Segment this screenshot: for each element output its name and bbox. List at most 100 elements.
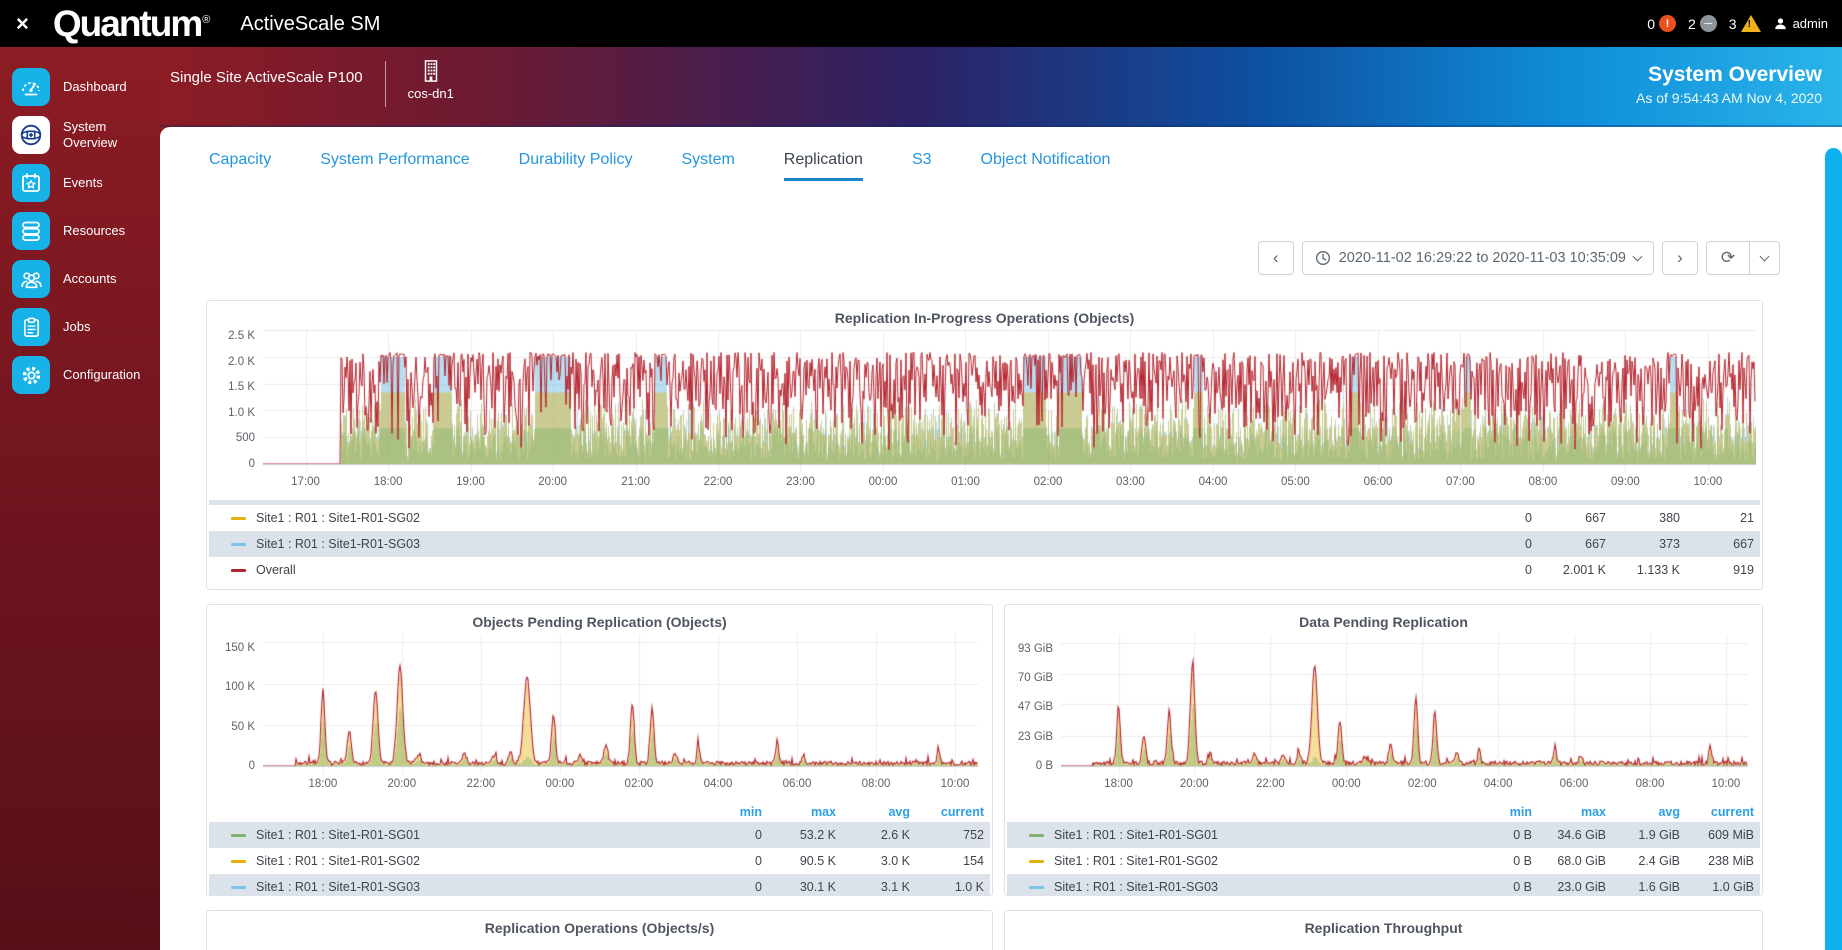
chart-canvas[interactable] (263, 330, 1756, 472)
series-avg: 1.6 GiB (1638, 880, 1680, 894)
x-axis-tick: 02:00 (624, 778, 654, 790)
time-range-picker[interactable]: 2020-11-02 16:29:22 to 2020-11-03 10:35:… (1301, 241, 1654, 275)
refresh-group: ⟳ (1706, 241, 1780, 275)
time-range-label: 2020-11-02 16:29:22 to 2020-11-03 10:35:… (1338, 250, 1626, 266)
y-axis-tick: 1.5 K (228, 381, 255, 393)
series-current: 1.0 GiB (1712, 880, 1754, 894)
sidebar-item-label: Events (63, 174, 103, 190)
legend-header-row: min max avg current (1005, 802, 1762, 822)
series-current: 919 (1733, 563, 1754, 577)
x-axis-tick: 22:00 (703, 476, 733, 488)
as-of-timestamp: As of 9:54:43 AM Nov 4, 2020 (1635, 90, 1822, 106)
legend-col-current[interactable]: current (1680, 805, 1754, 819)
tab-bar: Capacity System Performance Durability Pol… (160, 127, 1842, 181)
accounts-icon (12, 260, 50, 298)
muted-count-badge[interactable]: 2 ─ (1688, 15, 1717, 32)
series-max: 2.001 K (1562, 563, 1606, 577)
series-current: 21 (1740, 511, 1754, 525)
legend-col-min[interactable]: min (1458, 805, 1532, 819)
chart-legend: min max avg current Site1 : R01 : Site1-R01-… (1005, 802, 1762, 895)
sidebar-item-resources[interactable]: Resources (0, 207, 160, 255)
legend-row[interactable]: Site1 : R01 : Site1-R01-SG02 0 90.5 K 3.0 K… (207, 848, 992, 874)
series-current: 154 (963, 854, 984, 868)
legend-row[interactable]: Site1 : R01 : Site1-R01-SG03 0 30.1 K 3.1 K… (209, 874, 990, 895)
sidebar-item-jobs[interactable]: Jobs (0, 303, 160, 351)
close-icon[interactable]: × (16, 12, 29, 35)
x-axis-tick: 06:00 (1559, 778, 1589, 790)
legend-col-current[interactable]: current (910, 805, 984, 819)
y-axis-tick: 100 K (224, 681, 255, 693)
refresh-button[interactable]: ⟳ (1707, 242, 1749, 274)
chart-legend: min max avg current Site1 : R01 : Site1-R01-… (207, 802, 992, 895)
series-color-dash (231, 516, 246, 520)
legend-row[interactable]: Site1 : R01 : Site1-R01-SG03 0 B 23.0 GiB 1… (1007, 874, 1760, 895)
x-axis-tick: 18:00 (373, 476, 403, 488)
series-current: 1.0 K (954, 880, 984, 894)
series-max: 667 (1585, 537, 1606, 551)
warning-count-badge[interactable]: 3! (1729, 15, 1761, 32)
chart-legend: Site1 : R01 : Site1-R01-SG02 0 667 380 21 Sit… (207, 500, 1762, 583)
legend-row[interactable]: Site1 : R01 : Site1-R01-SG01 0 B 34.6 GiB 1… (1007, 822, 1760, 848)
series-color-dash (231, 542, 246, 546)
x-axis-tick: 04:00 (1483, 778, 1513, 790)
chart-card-replication-in-progress: Replication In-Progress Operations (Obje… (206, 300, 1763, 590)
legend-col-avg[interactable]: avg (1606, 805, 1680, 819)
legend-row[interactable]: Site1 : R01 : Site1-R01-SG02 0 B 68.0 GiB 2… (1005, 848, 1762, 874)
chart-title: Replication Throughput (1304, 920, 1463, 936)
tab-system[interactable]: System (681, 151, 734, 181)
x-axis-tick: 03:00 (1116, 476, 1145, 488)
node-selector[interactable]: cos-dn1 (408, 59, 454, 101)
y-axis-tick: 50 K (231, 721, 255, 733)
legend-header-row: min max avg current (207, 802, 992, 822)
tab-object-notification[interactable]: Object Notification (981, 151, 1111, 181)
sidebar-item-dashboard[interactable]: Dashboard (0, 63, 160, 111)
registered-mark: ® (202, 13, 211, 26)
user-menu[interactable]: admin (1773, 16, 1828, 31)
range-next-button[interactable]: › (1662, 241, 1698, 275)
x-axis-tick: 04:00 (703, 778, 733, 790)
sidebar-item-system-overview[interactable]: System Overview (0, 111, 160, 159)
breadcrumb[interactable]: Single Site ActiveScale P100 (170, 69, 363, 86)
chart-plot-area[interactable]: 93 GiB 70 GiB 47 GiB 23 GiB 0 B 18:00 20:00 22:… (1005, 634, 1762, 796)
range-prev-button[interactable]: ‹ (1257, 241, 1294, 275)
series-color-dash (1029, 885, 1044, 889)
legend-row[interactable]: Site1 : R01 : Site1-R01-SG02 0 667 380 21 (207, 505, 1762, 531)
series-min: 0 (1525, 563, 1532, 577)
chart-canvas[interactable] (1061, 634, 1748, 774)
legend-row[interactable]: Site1 : R01 : Site1-R01-SG03 0 667 373 667 (209, 531, 1760, 557)
tab-system-performance[interactable]: System Performance (320, 151, 469, 181)
chart-plot-area[interactable]: 2.5 K 2.0 K 1.5 K 1.0 K 500 0 17:00 18:00 19:00 2… (207, 330, 1762, 494)
tab-s3[interactable]: S3 (912, 151, 932, 181)
series-avg: 1.133 K (1636, 563, 1680, 577)
tab-capacity[interactable]: Capacity (209, 151, 271, 181)
refresh-interval-dropdown[interactable] (1749, 242, 1779, 274)
x-axis-tick: 05:00 (1281, 476, 1310, 488)
tab-durability-policy[interactable]: Durability Policy (519, 151, 633, 181)
x-axis-tick: 09:00 (1610, 476, 1640, 488)
legend-col-max[interactable]: max (1532, 805, 1606, 819)
legend-col-avg[interactable]: avg (836, 805, 910, 819)
y-axis-tick: 0 (248, 458, 255, 470)
sidebar-item-events[interactable]: Events (0, 159, 160, 207)
x-axis-tick: 00:00 (868, 476, 898, 488)
series-current: 609 MiB (1708, 828, 1754, 842)
jobs-icon (12, 308, 50, 346)
page-scrollbar[interactable] (1825, 148, 1842, 950)
y-axis-tick: 2.0 K (228, 356, 255, 368)
tab-replication[interactable]: Replication (783, 151, 863, 181)
legend-row[interactable]: Overall 0 2.001 K 1.133 K 919 (207, 557, 1762, 583)
series-min: 0 B (1513, 828, 1532, 842)
chart-canvas[interactable] (263, 634, 978, 774)
error-count-badge[interactable]: 0! (1647, 15, 1676, 32)
chart-plot-area[interactable]: 150 K 100 K 50 K 0 18:00 20:00 22:00 00:00 02:00… (207, 634, 992, 796)
legend-row[interactable]: Site1 : R01 : Site1-R01-SG01 0 53.2 K 2.6 K… (209, 822, 990, 848)
x-axis-tick: 06:00 (782, 778, 812, 790)
main-area: Single Site ActiveScale P100 cos-dn1 Sys… (160, 47, 1842, 950)
legend-col-max[interactable]: max (762, 805, 836, 819)
configuration-icon (12, 356, 50, 394)
chevron-down-icon (1759, 251, 1770, 261)
sidebar-item-accounts[interactable]: Accounts (0, 255, 160, 303)
x-axis-tick: 08:00 (1635, 778, 1665, 790)
sidebar-item-configuration[interactable]: Configuration (0, 351, 160, 399)
legend-col-min[interactable]: min (688, 805, 762, 819)
